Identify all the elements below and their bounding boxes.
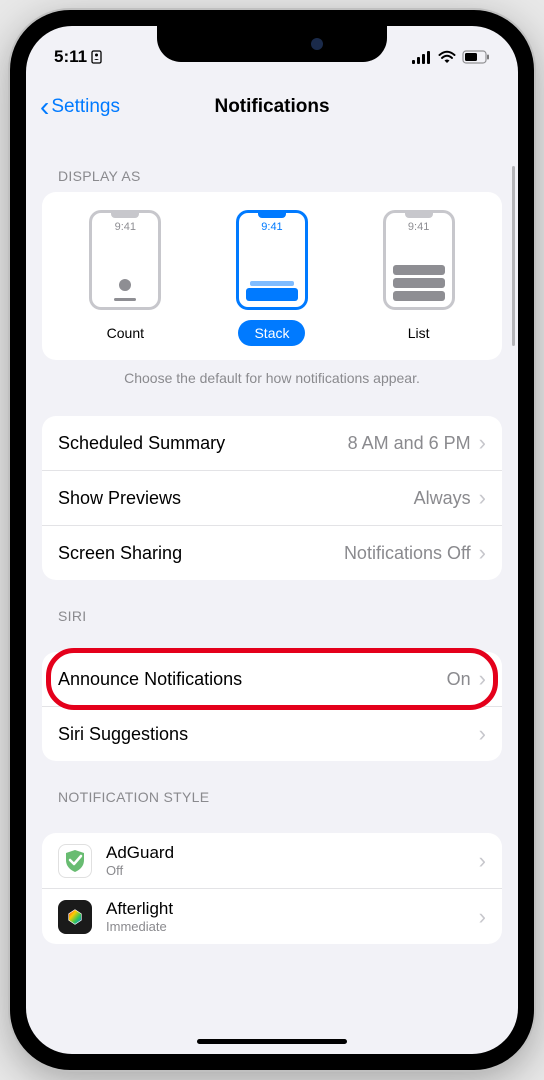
row-label: Siri Suggestions — [58, 724, 188, 745]
notification-style-header: NOTIFICATION STYLE — [42, 761, 502, 813]
show-previews-row[interactable]: Show Previews Always › — [42, 471, 502, 526]
display-option-count[interactable]: 9:41 Count — [89, 210, 161, 346]
app-name: AdGuard — [106, 843, 465, 863]
chevron-right-icon: › — [479, 848, 486, 874]
row-label: Show Previews — [58, 488, 181, 509]
app-row-afterlight[interactable]: Afterlight Immediate › — [42, 889, 502, 944]
siri-card: Announce Notifications On › Siri Suggest… — [42, 652, 502, 761]
count-mock: 9:41 — [89, 210, 161, 310]
afterlight-icon — [58, 900, 92, 934]
stack-mock: 9:41 — [236, 210, 308, 310]
cellular-icon — [412, 51, 432, 64]
app-row-adguard[interactable]: AdGuard Off › — [42, 833, 502, 889]
chevron-right-icon: › — [479, 904, 486, 930]
list-mock: 9:41 — [383, 210, 455, 310]
phone-frame: 5:11 — [10, 10, 534, 1070]
display-as-header: DISPLAY AS — [42, 140, 502, 192]
battery-icon — [462, 50, 490, 64]
app-name: Afterlight — [106, 899, 465, 919]
scrollbar[interactable] — [512, 166, 515, 346]
adguard-icon — [58, 844, 92, 878]
chevron-right-icon: › — [479, 540, 486, 566]
back-button[interactable]: ‹ Settings — [40, 91, 120, 123]
display-as-card: 9:41 Count 9:41 — [42, 192, 502, 360]
row-label: Announce Notifications — [58, 669, 242, 690]
nav-bar: ‹ Settings Notifications — [26, 82, 518, 132]
app-sub: Off — [106, 863, 465, 878]
phone-screen: 5:11 — [26, 26, 518, 1054]
row-label: Screen Sharing — [58, 543, 182, 564]
display-option-stack[interactable]: 9:41 Stack — [236, 210, 308, 346]
chevron-right-icon: › — [479, 430, 486, 456]
count-label: Count — [91, 320, 160, 346]
status-time: 5:11 — [54, 47, 87, 67]
card-icon — [91, 50, 102, 64]
row-value: 8 AM and 6 PM — [348, 433, 471, 454]
chevron-right-icon: › — [479, 485, 486, 511]
chevron-right-icon: › — [479, 666, 486, 692]
row-value: Always — [414, 488, 471, 509]
chevron-right-icon: › — [479, 721, 486, 747]
home-indicator[interactable] — [197, 1039, 347, 1044]
siri-header: SIRI — [42, 580, 502, 632]
wifi-icon — [438, 50, 456, 64]
back-label: Settings — [51, 96, 120, 118]
stack-label: Stack — [238, 320, 305, 346]
siri-suggestions-row[interactable]: Siri Suggestions › — [42, 707, 502, 761]
display-as-footer: Choose the default for how notifications… — [42, 360, 502, 396]
row-value: On — [447, 669, 471, 690]
app-sub: Immediate — [106, 919, 465, 934]
display-option-list[interactable]: 9:41 List — [383, 210, 455, 346]
notification-style-card: AdGuard Off › — [42, 833, 502, 944]
screen-sharing-row[interactable]: Screen Sharing Notifications Off › — [42, 526, 502, 580]
status-time-group: 5:11 — [54, 47, 102, 67]
page-title: Notifications — [214, 96, 329, 118]
row-value: Notifications Off — [344, 543, 471, 564]
status-icons — [412, 50, 490, 64]
main-settings-card: Scheduled Summary 8 AM and 6 PM › Show P… — [42, 416, 502, 580]
row-label: Scheduled Summary — [58, 433, 225, 454]
notch — [157, 26, 387, 62]
list-label: List — [392, 320, 446, 346]
scheduled-summary-row[interactable]: Scheduled Summary 8 AM and 6 PM › — [42, 416, 502, 471]
chevron-left-icon: ‹ — [40, 91, 49, 123]
content-scroll[interactable]: DISPLAY AS 9:41 Count — [26, 132, 518, 1054]
announce-notifications-row[interactable]: Announce Notifications On › — [42, 652, 502, 707]
